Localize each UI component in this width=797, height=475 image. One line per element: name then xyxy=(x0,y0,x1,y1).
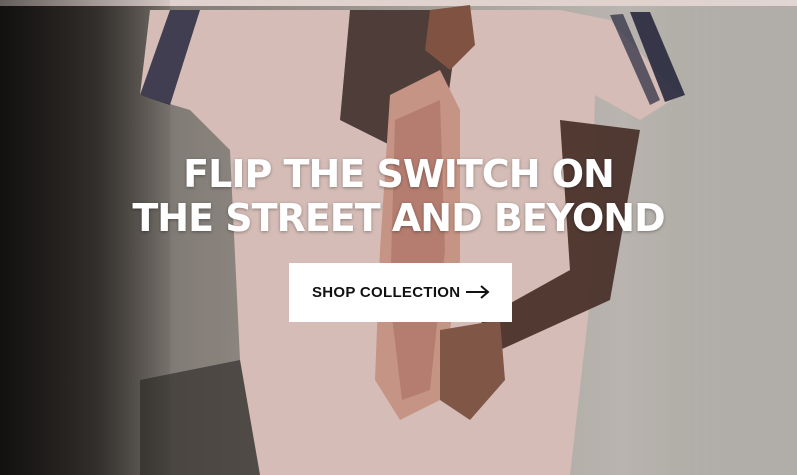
hero-banner: FLIP THE SWITCH ON THE STREET AND BEYOND… xyxy=(0,0,797,475)
shop-collection-label: SHOP COLLECTION xyxy=(312,284,461,301)
arrow-right-icon xyxy=(466,285,490,299)
headline-line-2: THE STREET AND BEYOND xyxy=(132,196,665,240)
headline-line-1: FLIP THE SWITCH ON xyxy=(183,152,615,196)
shop-collection-button[interactable]: SHOP COLLECTION xyxy=(289,263,512,322)
hero-headline: FLIP THE SWITCH ON THE STREET AND BEYOND xyxy=(0,152,797,240)
